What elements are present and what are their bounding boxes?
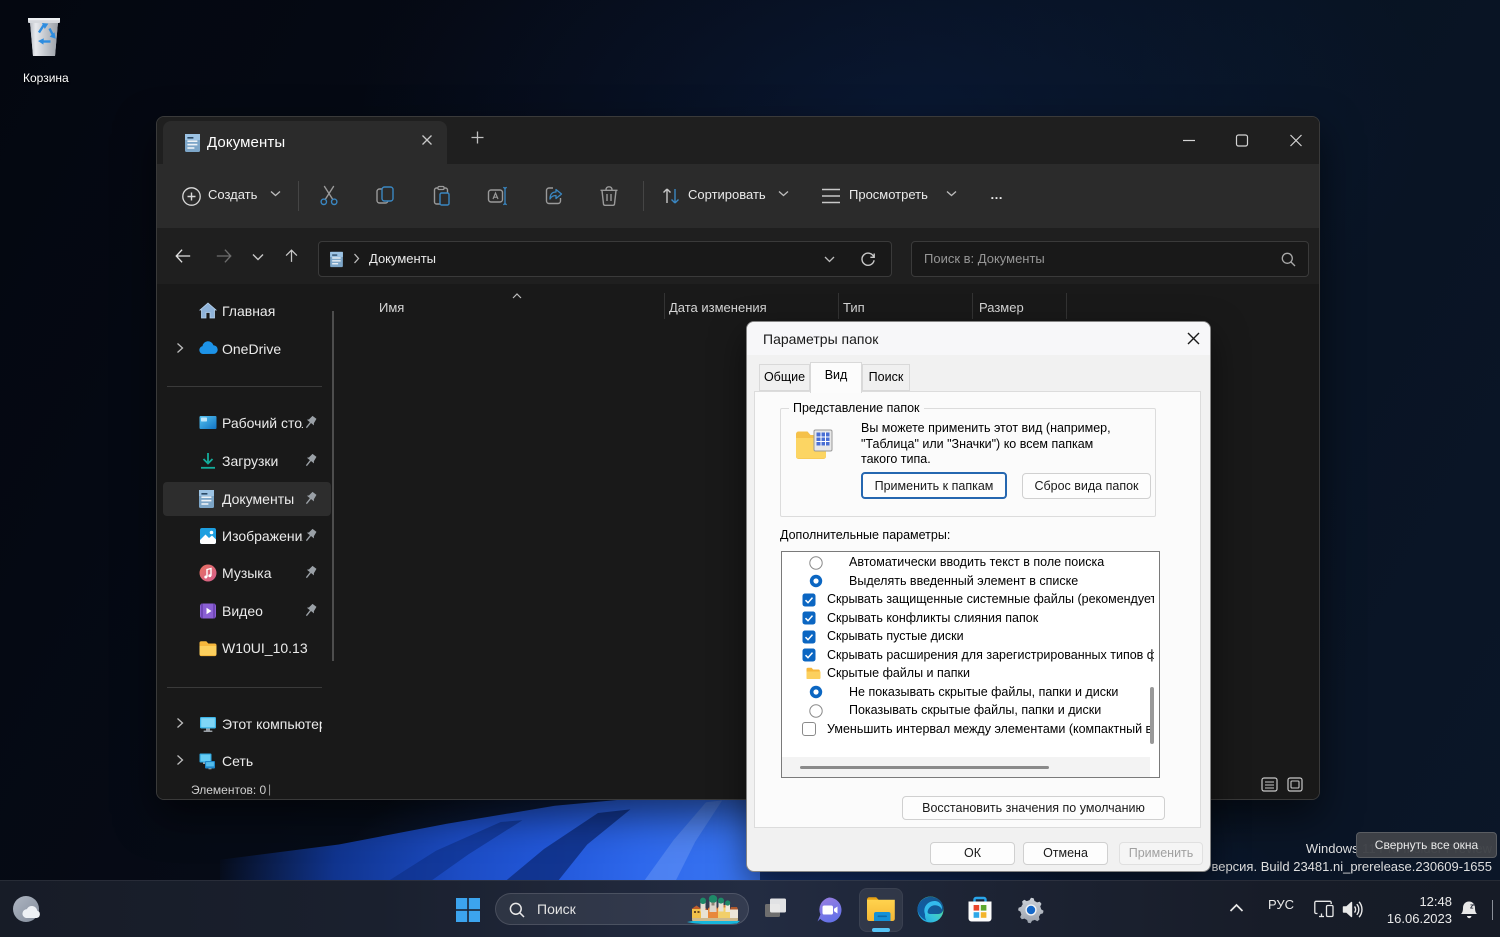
svg-text:z: z <box>1473 902 1476 908</box>
